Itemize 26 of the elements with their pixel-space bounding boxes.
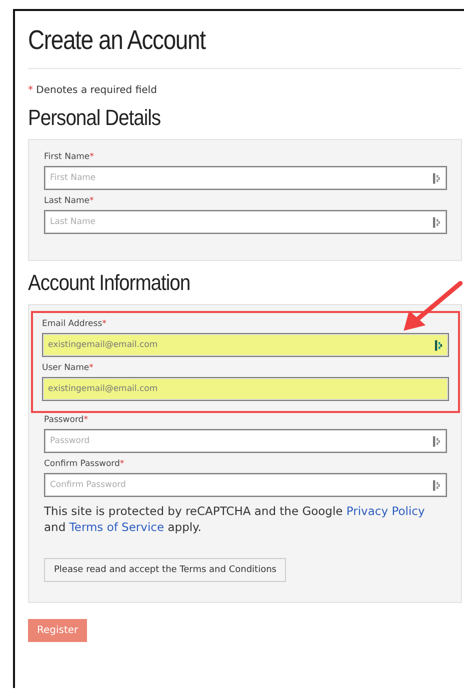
- input-field[interactable]: Password: [44, 429, 447, 453]
- section-heading: Personal Details: [28, 105, 162, 131]
- password-manager-icon[interactable]: [435, 340, 442, 350]
- input-field[interactable]: existingemail@email.com: [42, 377, 449, 401]
- input-field[interactable]: existingemail@email.com: [42, 333, 449, 357]
- field-label: First Name*: [44, 152, 95, 162]
- password-manager-icon[interactable]: [433, 480, 440, 490]
- field-label: Email Address*: [42, 319, 108, 329]
- field-label: Confirm Password*: [44, 459, 126, 469]
- input-field[interactable]: Last Name: [44, 210, 447, 234]
- field-label: User Name*: [42, 363, 94, 373]
- password-manager-icon[interactable]: [433, 172, 440, 184]
- section-heading: Account Information: [28, 270, 192, 296]
- password-manager-icon[interactable]: [433, 436, 440, 446]
- field-label: Password*: [44, 415, 89, 425]
- terms-link[interactable]: Terms of Service: [69, 520, 164, 534]
- required-note: * Denotes a required field: [28, 85, 158, 96]
- input-field[interactable]: First Name: [44, 166, 447, 190]
- terms-button[interactable]: Please read and accept the Terms and Conditions: [44, 558, 286, 582]
- password-manager-icon[interactable]: [433, 216, 440, 228]
- register-button[interactable]: Register: [28, 619, 88, 642]
- recaptcha-notice: This site is protected by reCAPTCHA and the Google Privacy Policy and Terms of Service apply.: [44, 503, 426, 535]
- field-label: Last Name*: [44, 196, 95, 206]
- privacy-link[interactable]: Privacy Policy: [346, 504, 425, 518]
- input-field[interactable]: Confirm Password: [44, 473, 447, 497]
- page-title: Create an Account: [28, 25, 207, 56]
